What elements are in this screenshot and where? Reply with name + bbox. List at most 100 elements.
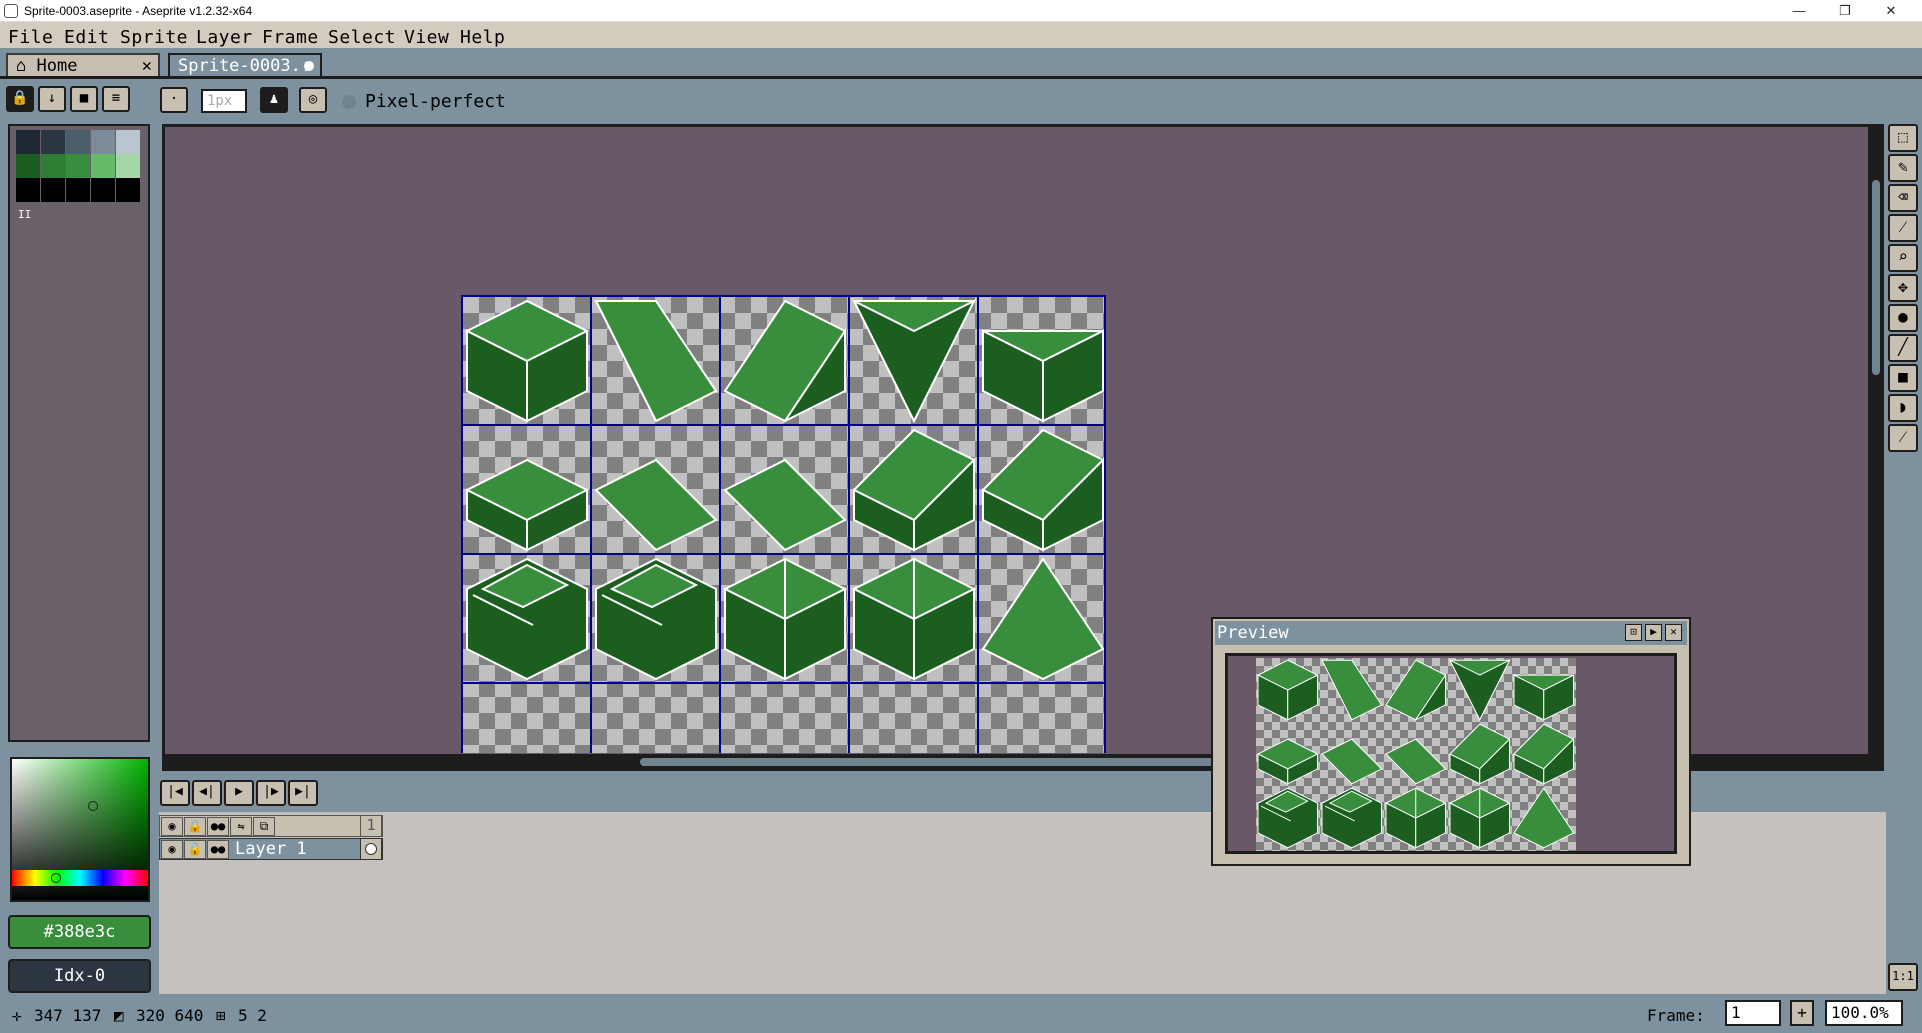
grid-icon: ⊞: [216, 1006, 226, 1025]
link-icon[interactable]: ●●: [207, 817, 229, 836]
palette-swatch[interactable]: [116, 178, 140, 202]
sprite-canvas[interactable]: [461, 295, 1106, 753]
minimize-button[interactable]: —: [1776, 0, 1822, 22]
tab-sprite[interactable]: Sprite-0003.:: [168, 53, 322, 78]
pixel-perfect-checkbox[interactable]: [342, 95, 356, 109]
menu-help[interactable]: Help: [460, 27, 505, 48]
frame-cel[interactable]: [360, 838, 382, 860]
preview-play-icon[interactable]: ▶: [1645, 624, 1662, 641]
prev-frame-icon[interactable]: ◀|: [192, 780, 222, 806]
eraser-icon[interactable]: ⌫: [1888, 184, 1918, 212]
palette-swatch[interactable]: [16, 178, 40, 202]
pixel-perfect-label: Pixel-perfect: [365, 91, 506, 112]
add-frame-button[interactable]: +: [1790, 1000, 1814, 1026]
close-tab-icon[interactable]: ✕: [142, 56, 152, 76]
background-color-button[interactable]: Idx-0: [8, 959, 151, 993]
pressure-icon[interactable]: ◎: [299, 87, 327, 113]
layer-link-icon[interactable]: ●●: [207, 840, 229, 859]
layer-options-icon[interactable]: ⇋: [230, 817, 252, 836]
menu-select[interactable]: Select: [328, 27, 396, 48]
ink-icon[interactable]: ♟: [260, 87, 288, 113]
lock-icon[interactable]: 🔒: [6, 86, 34, 112]
preview-title: Preview: [1217, 623, 1289, 643]
brush-type-button[interactable]: ·: [160, 87, 188, 113]
grid-value: 5 2: [238, 1006, 267, 1025]
selection-size: 320 640: [136, 1006, 204, 1025]
move-icon[interactable]: ✥: [1888, 274, 1918, 302]
pencil-icon[interactable]: ✎: [1888, 154, 1918, 182]
preview-close-icon[interactable]: ✕: [1665, 624, 1682, 641]
paint-bucket-icon[interactable]: ●: [1888, 304, 1918, 332]
tab-home[interactable]: ⌂ Home ✕: [6, 53, 160, 78]
preview-tiles: [1257, 659, 1575, 849]
frame-input[interactable]: 1: [1725, 1000, 1781, 1026]
first-frame-icon[interactable]: |◀: [160, 780, 190, 806]
horizontal-scroll-thumb[interactable]: [640, 758, 1230, 766]
layer-eye-icon[interactable]: ◉: [161, 840, 183, 859]
next-frame-icon[interactable]: |▶: [256, 780, 286, 806]
pixel-ratio-icon[interactable]: 1:1: [1888, 963, 1918, 991]
tab-sprite-label: Sprite-0003.:: [178, 56, 312, 76]
brush-size-input[interactable]: 1px: [201, 89, 247, 113]
close-window-button[interactable]: ✕: [1868, 0, 1914, 22]
menu-edit[interactable]: Edit: [64, 27, 109, 48]
menu-bar: File Edit Sprite Layer Frame Select View…: [0, 22, 1922, 48]
palette-swatch[interactable]: [41, 130, 65, 154]
cursor-icon: ✛: [12, 1006, 22, 1025]
palette-panel: II: [8, 124, 150, 742]
hue-slider[interactable]: [12, 870, 148, 886]
square-icon[interactable]: ■: [70, 86, 98, 112]
palette-swatch[interactable]: [91, 130, 115, 154]
palette-swatch[interactable]: [91, 178, 115, 202]
hue-knob[interactable]: [51, 873, 61, 883]
vertical-scroll-thumb[interactable]: [1872, 180, 1880, 375]
menu-sprite[interactable]: Sprite: [120, 27, 188, 48]
preview-window[interactable]: Preview ⊡ ▶ ✕: [1211, 617, 1691, 866]
foreground-color-button[interactable]: #388e3c: [8, 915, 151, 949]
contour-icon[interactable]: ◗: [1888, 394, 1918, 422]
menu-layer[interactable]: Layer: [196, 27, 253, 48]
rect-marquee-icon[interactable]: ⬚: [1888, 124, 1918, 152]
palette-swatch[interactable]: [16, 154, 40, 178]
preview-center-icon[interactable]: ⊡: [1625, 624, 1642, 641]
palette-swatch[interactable]: [66, 154, 90, 178]
play-icon[interactable]: ▶: [224, 780, 254, 806]
onion-skin-icon[interactable]: ⧉: [253, 817, 275, 836]
picker-knob[interactable]: [88, 801, 98, 811]
sprite-tiles: [463, 297, 1104, 753]
layer-lock-icon[interactable]: 🔓: [184, 840, 206, 859]
lock-icon[interactable]: 🔒: [184, 817, 206, 836]
palette-swatch[interactable]: [66, 178, 90, 202]
dot-icon[interactable]: [304, 61, 314, 71]
tab-strip: ⌂ Home ✕ Sprite-0003.:: [0, 48, 1922, 78]
palette-swatch[interactable]: [66, 130, 90, 154]
palette-swatch[interactable]: [16, 130, 40, 154]
eyedropper-icon[interactable]: ⁄: [1888, 214, 1918, 242]
palette-swatch[interactable]: [41, 178, 65, 202]
palette-swatch[interactable]: [116, 154, 140, 178]
menu-file[interactable]: File: [8, 27, 53, 48]
window-titlebar: Sprite-0003.aseprite - Aseprite v1.2.32-…: [0, 0, 1922, 22]
frame-header[interactable]: 1: [360, 815, 382, 837]
palette-swatch[interactable]: [91, 154, 115, 178]
eye-icon[interactable]: ◉: [161, 817, 183, 836]
line-icon[interactable]: ╱: [1888, 334, 1918, 362]
palette-swatch[interactable]: [41, 154, 65, 178]
zoom-input[interactable]: 100.0%: [1825, 1000, 1903, 1026]
menu-lines-icon[interactable]: ≡: [102, 86, 130, 112]
blur-icon[interactable]: ⁄: [1888, 424, 1918, 452]
maximize-button[interactable]: ❐: [1822, 0, 1868, 22]
window-title: Sprite-0003.aseprite - Aseprite v1.2.32-…: [24, 4, 253, 18]
last-frame-icon[interactable]: ▶|: [288, 780, 318, 806]
rectangle-icon[interactable]: ■: [1888, 364, 1918, 392]
context-bar: [0, 79, 1922, 121]
layers-header: ◉ 🔒 ●● ⇋ ⧉: [159, 815, 383, 837]
palette-swatch[interactable]: [116, 130, 140, 154]
menu-frame[interactable]: Frame: [262, 27, 319, 48]
menu-view[interactable]: View: [404, 27, 449, 48]
zoom-icon[interactable]: ⌕: [1888, 244, 1918, 272]
preview-view: [1225, 653, 1677, 854]
layer-row[interactable]: ◉ 🔓 ●● Layer 1: [159, 838, 383, 860]
preview-canvas: [1256, 658, 1576, 851]
arrow-down-icon[interactable]: ↓: [38, 86, 66, 112]
